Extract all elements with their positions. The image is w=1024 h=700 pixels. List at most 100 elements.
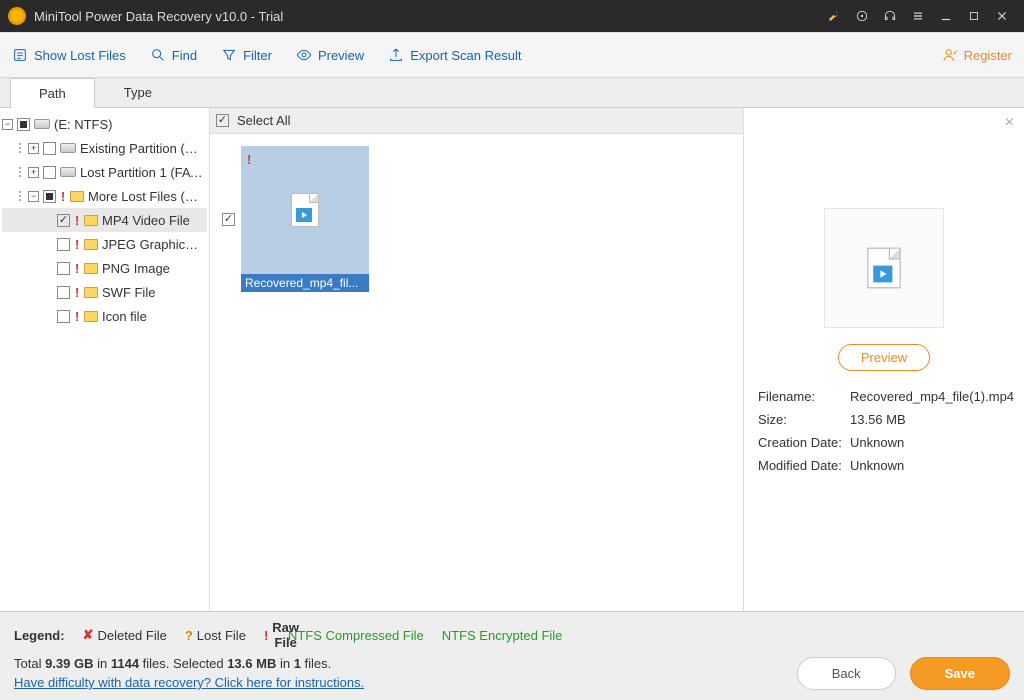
folder-icon	[84, 287, 98, 298]
headset-icon[interactable]	[876, 2, 904, 30]
checkbox[interactable]	[57, 286, 70, 299]
raw-mark-icon: !	[60, 189, 66, 204]
footer: Legend: ✘Deleted File ?Lost File !Raw Fi…	[0, 611, 1024, 700]
filter-label: Filter	[243, 48, 272, 63]
expand-icon[interactable]: +	[28, 143, 39, 154]
tree-connector-icon	[16, 191, 24, 201]
tree-more-lost-files[interactable]: − ! More Lost Files (RA...	[2, 184, 207, 208]
video-file-icon	[867, 248, 901, 289]
back-button[interactable]: Back	[797, 657, 896, 690]
minimize-button[interactable]	[932, 2, 960, 30]
tree-label: JPEG Graphics ...	[102, 237, 203, 252]
file-grid[interactable]: ! Recovered_mp4_fil...	[210, 134, 743, 611]
tree-connector-icon	[16, 167, 24, 177]
tree-lost-partition[interactable]: + Lost Partition 1 (FAT...	[2, 160, 207, 184]
tab-type[interactable]: Type	[95, 77, 181, 107]
file-checkbox[interactable]	[222, 213, 235, 226]
export-button[interactable]: Export Scan Result	[388, 47, 521, 63]
tree-existing-partition[interactable]: + Existing Partition (N...	[2, 136, 207, 160]
expand-icon[interactable]: +	[28, 167, 39, 178]
legend-deleted: ✘Deleted File	[83, 627, 167, 643]
raw-mark-icon: !	[74, 285, 80, 300]
folder-icon	[84, 239, 98, 250]
legend-encrypted: NTFS Encrypted File	[442, 628, 563, 643]
tree-label: PNG Image	[102, 261, 170, 276]
file-grid-panel: Select All ! Recovered_mp4_fil...	[210, 108, 744, 611]
help-link[interactable]: Have difficulty with data recovery? Clic…	[14, 675, 364, 690]
tree-png[interactable]: ! PNG Image	[2, 256, 207, 280]
folder-icon	[70, 191, 84, 202]
preview-box	[824, 208, 944, 328]
select-all-row: Select All	[210, 108, 743, 134]
file-metadata: Filename: Recovered_mp4_file(1).mp4 Size…	[758, 389, 1010, 473]
tree-label: Existing Partition (N...	[80, 141, 203, 156]
export-label: Export Scan Result	[410, 48, 521, 63]
tree-icon-file[interactable]: ! Icon file	[2, 304, 207, 328]
raw-mark-icon: !	[74, 261, 80, 276]
close-button[interactable]	[988, 2, 1016, 30]
find-label: Find	[172, 48, 197, 63]
checkbox[interactable]	[57, 238, 70, 251]
tree-connector-icon	[16, 143, 24, 153]
app-logo-icon	[8, 7, 26, 25]
meta-key-modified: Modified Date:	[758, 458, 844, 473]
checkbox[interactable]	[43, 166, 56, 179]
meta-val-size: 13.56 MB	[850, 412, 1014, 427]
toolbar: Show Lost Files Find Filter Preview Expo…	[0, 32, 1024, 78]
meta-val-modified: Unknown	[850, 458, 1014, 473]
tab-bar: Path Type	[0, 78, 1024, 108]
show-lost-files-button[interactable]: Show Lost Files	[12, 47, 126, 63]
save-button[interactable]: Save	[910, 657, 1010, 690]
key-icon[interactable]	[820, 2, 848, 30]
collapse-icon[interactable]: −	[28, 191, 39, 202]
preview-button[interactable]: Preview	[296, 47, 364, 63]
window-title: MiniTool Power Data Recovery v10.0 - Tri…	[34, 9, 820, 24]
collapse-icon[interactable]: −	[2, 119, 13, 130]
tab-path[interactable]: Path	[10, 78, 95, 108]
meta-key-filename: Filename:	[758, 389, 844, 404]
tree-swf[interactable]: ! SWF File	[2, 280, 207, 304]
maximize-button[interactable]	[960, 2, 988, 30]
video-file-icon	[291, 193, 319, 227]
checkbox[interactable]	[17, 118, 30, 131]
main-area: − (E: NTFS) + Existing Partition (N... +…	[0, 108, 1024, 611]
tree-label: SWF File	[102, 285, 155, 300]
raw-mark-icon: !	[74, 213, 80, 228]
preview-file-button[interactable]: Preview	[838, 344, 930, 371]
select-all-checkbox[interactable]	[216, 114, 229, 127]
tree-mp4-video[interactable]: ! MP4 Video File	[2, 208, 207, 232]
legend: Legend: ✘Deleted File ?Lost File !Raw Fi…	[14, 620, 1010, 650]
checkbox[interactable]	[57, 262, 70, 275]
disc-icon[interactable]	[848, 2, 876, 30]
checkbox[interactable]	[43, 142, 56, 155]
checkbox[interactable]	[43, 190, 56, 203]
folder-icon	[84, 311, 98, 322]
select-all-label: Select All	[237, 113, 290, 128]
tree-label: More Lost Files (RA...	[88, 189, 203, 204]
register-button[interactable]: Register	[942, 47, 1012, 63]
menu-icon[interactable]	[904, 2, 932, 30]
register-label: Register	[964, 48, 1012, 63]
preview-label: Preview	[318, 48, 364, 63]
raw-mark-icon: !	[247, 152, 251, 167]
raw-mark-icon: !	[74, 309, 80, 324]
tree-label: Icon file	[102, 309, 147, 324]
checkbox[interactable]	[57, 310, 70, 323]
find-button[interactable]: Find	[150, 47, 197, 63]
tree-panel: − (E: NTFS) + Existing Partition (N... +…	[0, 108, 210, 611]
meta-val-created: Unknown	[850, 435, 1014, 450]
titlebar: MiniTool Power Data Recovery v10.0 - Tri…	[0, 0, 1024, 32]
legend-lost: ?Lost File	[185, 628, 246, 643]
tree-root[interactable]: − (E: NTFS)	[2, 112, 207, 136]
thumbnail-image: !	[241, 146, 369, 274]
filter-button[interactable]: Filter	[221, 47, 272, 63]
file-name-label: Recovered_mp4_fil...	[241, 274, 369, 292]
folder-icon	[84, 263, 98, 274]
tree-jpeg[interactable]: ! JPEG Graphics ...	[2, 232, 207, 256]
file-thumbnail[interactable]: ! Recovered_mp4_fil...	[241, 146, 369, 292]
checkbox[interactable]	[57, 214, 70, 227]
tree-label: Lost Partition 1 (FAT...	[80, 165, 203, 180]
close-panel-button[interactable]: ×	[1005, 114, 1014, 132]
preview-panel: × Preview Filename: Recovered_mp4_file(1…	[744, 108, 1024, 611]
folder-icon	[84, 215, 98, 226]
